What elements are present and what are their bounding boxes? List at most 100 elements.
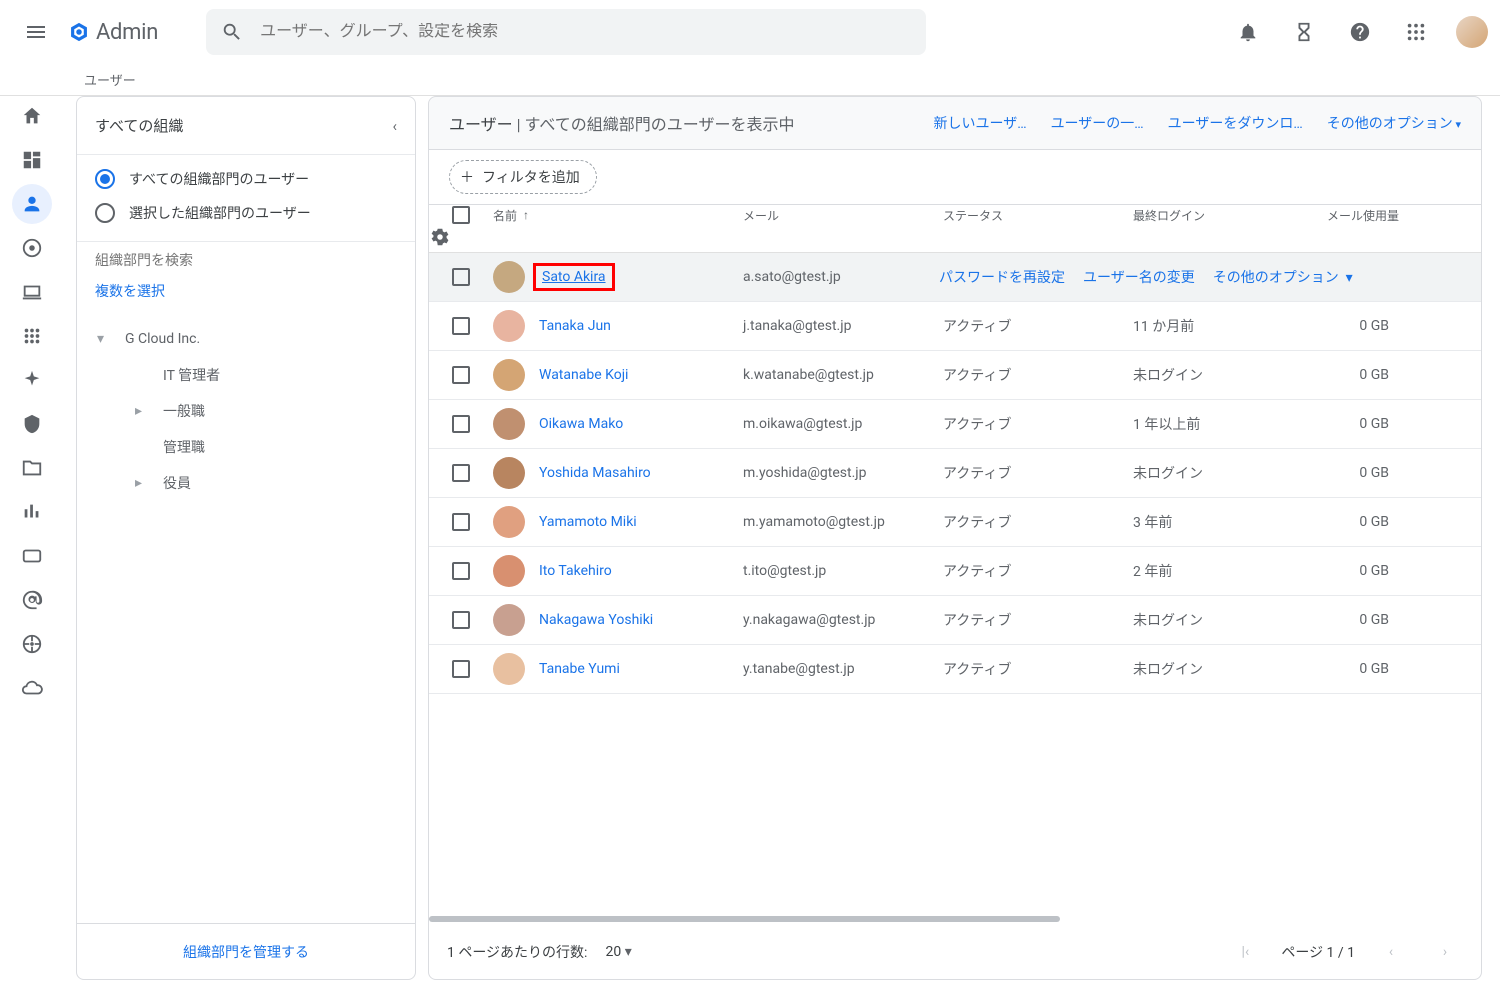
column-settings-icon[interactable]: [429, 226, 489, 251]
user-name-link[interactable]: Sato Akira: [542, 269, 606, 285]
user-name-link[interactable]: Yoshida Masahiro: [539, 465, 651, 481]
apps-grid-icon[interactable]: [1392, 8, 1440, 56]
table-row[interactable]: Oikawa Mako m.oikawa@gtest.jp アクティブ 1 年以…: [429, 400, 1481, 449]
table-row[interactable]: Sato Akira a.sato@gtest.jp パスワードを再設定 ユーザ…: [429, 253, 1481, 302]
action-new-user[interactable]: 新しいユーザ…: [933, 113, 1026, 133]
prev-page-icon[interactable]: ‹: [1373, 934, 1409, 970]
row-action-reset-password[interactable]: パスワードを再設定: [939, 267, 1065, 287]
action-bulk-users[interactable]: ユーザーの一…: [1051, 113, 1144, 133]
user-name-link[interactable]: Tanabe Yumi: [539, 661, 620, 677]
rail-reports-icon[interactable]: [12, 492, 52, 532]
table-row[interactable]: Yoshida Masahiro m.yoshida@gtest.jp アクティ…: [429, 449, 1481, 498]
table-row[interactable]: Yamamoto Miki m.yamamoto@gtest.jp アクティブ …: [429, 498, 1481, 547]
row-checkbox[interactable]: [452, 464, 470, 482]
breadcrumb-text[interactable]: ユーザー: [84, 70, 136, 89]
tree-item[interactable]: 管理職: [89, 429, 415, 465]
user-mail-usage: 0 GB: [1319, 661, 1419, 677]
rail-dashboard-icon[interactable]: [12, 140, 52, 180]
user-name-link[interactable]: Ito Takehiro: [539, 563, 612, 579]
user-last-login: 未ログイン: [1129, 610, 1319, 630]
rail-folder-icon[interactable]: [12, 448, 52, 488]
col-last-login[interactable]: 最終ログイン: [1129, 207, 1319, 224]
rail-apps-icon[interactable]: [12, 316, 52, 356]
rows-per-page-label: 1 ページあたりの行数:: [447, 942, 587, 962]
tree-item[interactable]: ▸役員: [89, 465, 415, 501]
row-checkbox[interactable]: [452, 611, 470, 629]
user-name-link[interactable]: Nakagawa Yoshiki: [539, 612, 653, 628]
rail-chrome-icon[interactable]: [12, 228, 52, 268]
row-checkbox[interactable]: [452, 562, 470, 580]
row-checkbox[interactable]: [452, 317, 470, 335]
search-bar[interactable]: [206, 9, 926, 55]
user-last-login: 2 年前: [1129, 561, 1319, 581]
account-avatar[interactable]: [1456, 16, 1488, 48]
user-email: m.yamamoto@gtest.jp: [739, 514, 939, 530]
col-name[interactable]: 名前↑: [489, 207, 739, 224]
rows-per-page-select[interactable]: 20 ▾: [605, 944, 631, 960]
rail-security-icon[interactable]: [12, 404, 52, 444]
org-search: [77, 242, 415, 273]
row-action-rename[interactable]: ユーザー名の変更: [1083, 267, 1195, 287]
hourglass-icon[interactable]: [1280, 8, 1328, 56]
col-status[interactable]: ステータス: [939, 207, 1129, 224]
table-row[interactable]: Ito Takehiro t.ito@gtest.jp アクティブ 2 年前 0…: [429, 547, 1481, 596]
rail-devices-icon[interactable]: [12, 272, 52, 312]
tree-item[interactable]: IT 管理者: [89, 357, 415, 393]
rail-home-icon[interactable]: [12, 96, 52, 136]
next-page-icon[interactable]: ›: [1427, 934, 1463, 970]
help-icon[interactable]: [1336, 8, 1384, 56]
table-row[interactable]: Nakagawa Yoshiki y.nakagawa@gtest.jp アクテ…: [429, 596, 1481, 645]
row-checkbox[interactable]: [452, 366, 470, 384]
radio-all-orgs[interactable]: すべての組織部門のユーザー: [95, 169, 397, 189]
user-avatar: [493, 506, 525, 538]
user-name-link[interactable]: Yamamoto Miki: [539, 514, 637, 530]
row-checkbox[interactable]: [452, 660, 470, 678]
horizontal-scrollbar[interactable]: [429, 913, 1481, 925]
rail-cloud-icon[interactable]: [12, 668, 52, 708]
pagination-bar: 1 ページあたりの行数: 20 ▾ |‹ ページ 1 / 1 ‹ ›: [429, 925, 1481, 979]
user-mail-usage: 0 GB: [1319, 612, 1419, 628]
rail-wheel-icon[interactable]: [12, 624, 52, 664]
collapse-icon[interactable]: ‹: [392, 117, 397, 135]
search-input[interactable]: [252, 23, 920, 41]
user-name-link[interactable]: Watanabe Koji: [539, 367, 628, 383]
table-row[interactable]: Tanaka Jun j.tanaka@gtest.jp アクティブ 11 か月…: [429, 302, 1481, 351]
row-checkbox[interactable]: [452, 415, 470, 433]
action-download-users[interactable]: ユーザーをダウンロ…: [1168, 113, 1303, 133]
add-filter-chip[interactable]: ＋ フィルタを追加: [449, 160, 597, 194]
table-row[interactable]: Tanabe Yumi y.tanabe@gtest.jp アクティブ 未ログイ…: [429, 645, 1481, 694]
plus-icon: ＋: [460, 167, 474, 187]
row-checkbox[interactable]: [452, 513, 470, 531]
tree-root-label: G Cloud Inc.: [125, 331, 200, 347]
org-search-input[interactable]: [95, 252, 397, 268]
action-more-options[interactable]: その他のオプション: [1327, 113, 1461, 133]
user-name-link[interactable]: Oikawa Mako: [539, 416, 623, 432]
user-name-link[interactable]: Tanaka Jun: [539, 318, 611, 334]
user-last-login: 11 か月前: [1129, 316, 1319, 336]
row-action-more[interactable]: その他のオプション ▾: [1213, 267, 1353, 287]
search-icon[interactable]: [212, 12, 252, 52]
panel-header: ユーザー | すべての組織部門のユーザーを表示中 新しいユーザ… ユーザーの一……: [428, 96, 1482, 150]
rail-sparkle-icon[interactable]: [12, 360, 52, 400]
manage-orgs-link[interactable]: 組織部門を管理する: [77, 923, 415, 979]
table-row[interactable]: Watanabe Koji k.watanabe@gtest.jp アクティブ …: [429, 351, 1481, 400]
radio-all-label: すべての組織部門のユーザー: [129, 169, 309, 189]
col-mail-usage[interactable]: メール使用量: [1319, 207, 1419, 224]
hamburger-icon[interactable]: [12, 8, 60, 56]
user-email: t.ito@gtest.jp: [739, 563, 939, 579]
tree-item[interactable]: ▸一般職: [89, 393, 415, 429]
rail-billing-icon[interactable]: [12, 536, 52, 576]
multi-select-link[interactable]: 複数を選択: [77, 273, 415, 315]
user-avatar: [493, 457, 525, 489]
rail-users-icon[interactable]: [12, 184, 52, 224]
col-email[interactable]: メール: [739, 207, 939, 224]
radio-selected-org[interactable]: 選択した組織部門のユーザー: [95, 203, 397, 223]
row-checkbox[interactable]: [452, 268, 470, 286]
rail-at-icon[interactable]: [12, 580, 52, 620]
tree-root[interactable]: ▾ G Cloud Inc.: [89, 321, 415, 357]
first-page-icon[interactable]: |‹: [1227, 934, 1263, 970]
user-last-login: 1 年以上前: [1129, 414, 1319, 434]
logo[interactable]: Admin: [68, 20, 158, 45]
select-all-checkbox[interactable]: [452, 206, 470, 224]
notifications-icon[interactable]: [1224, 8, 1272, 56]
